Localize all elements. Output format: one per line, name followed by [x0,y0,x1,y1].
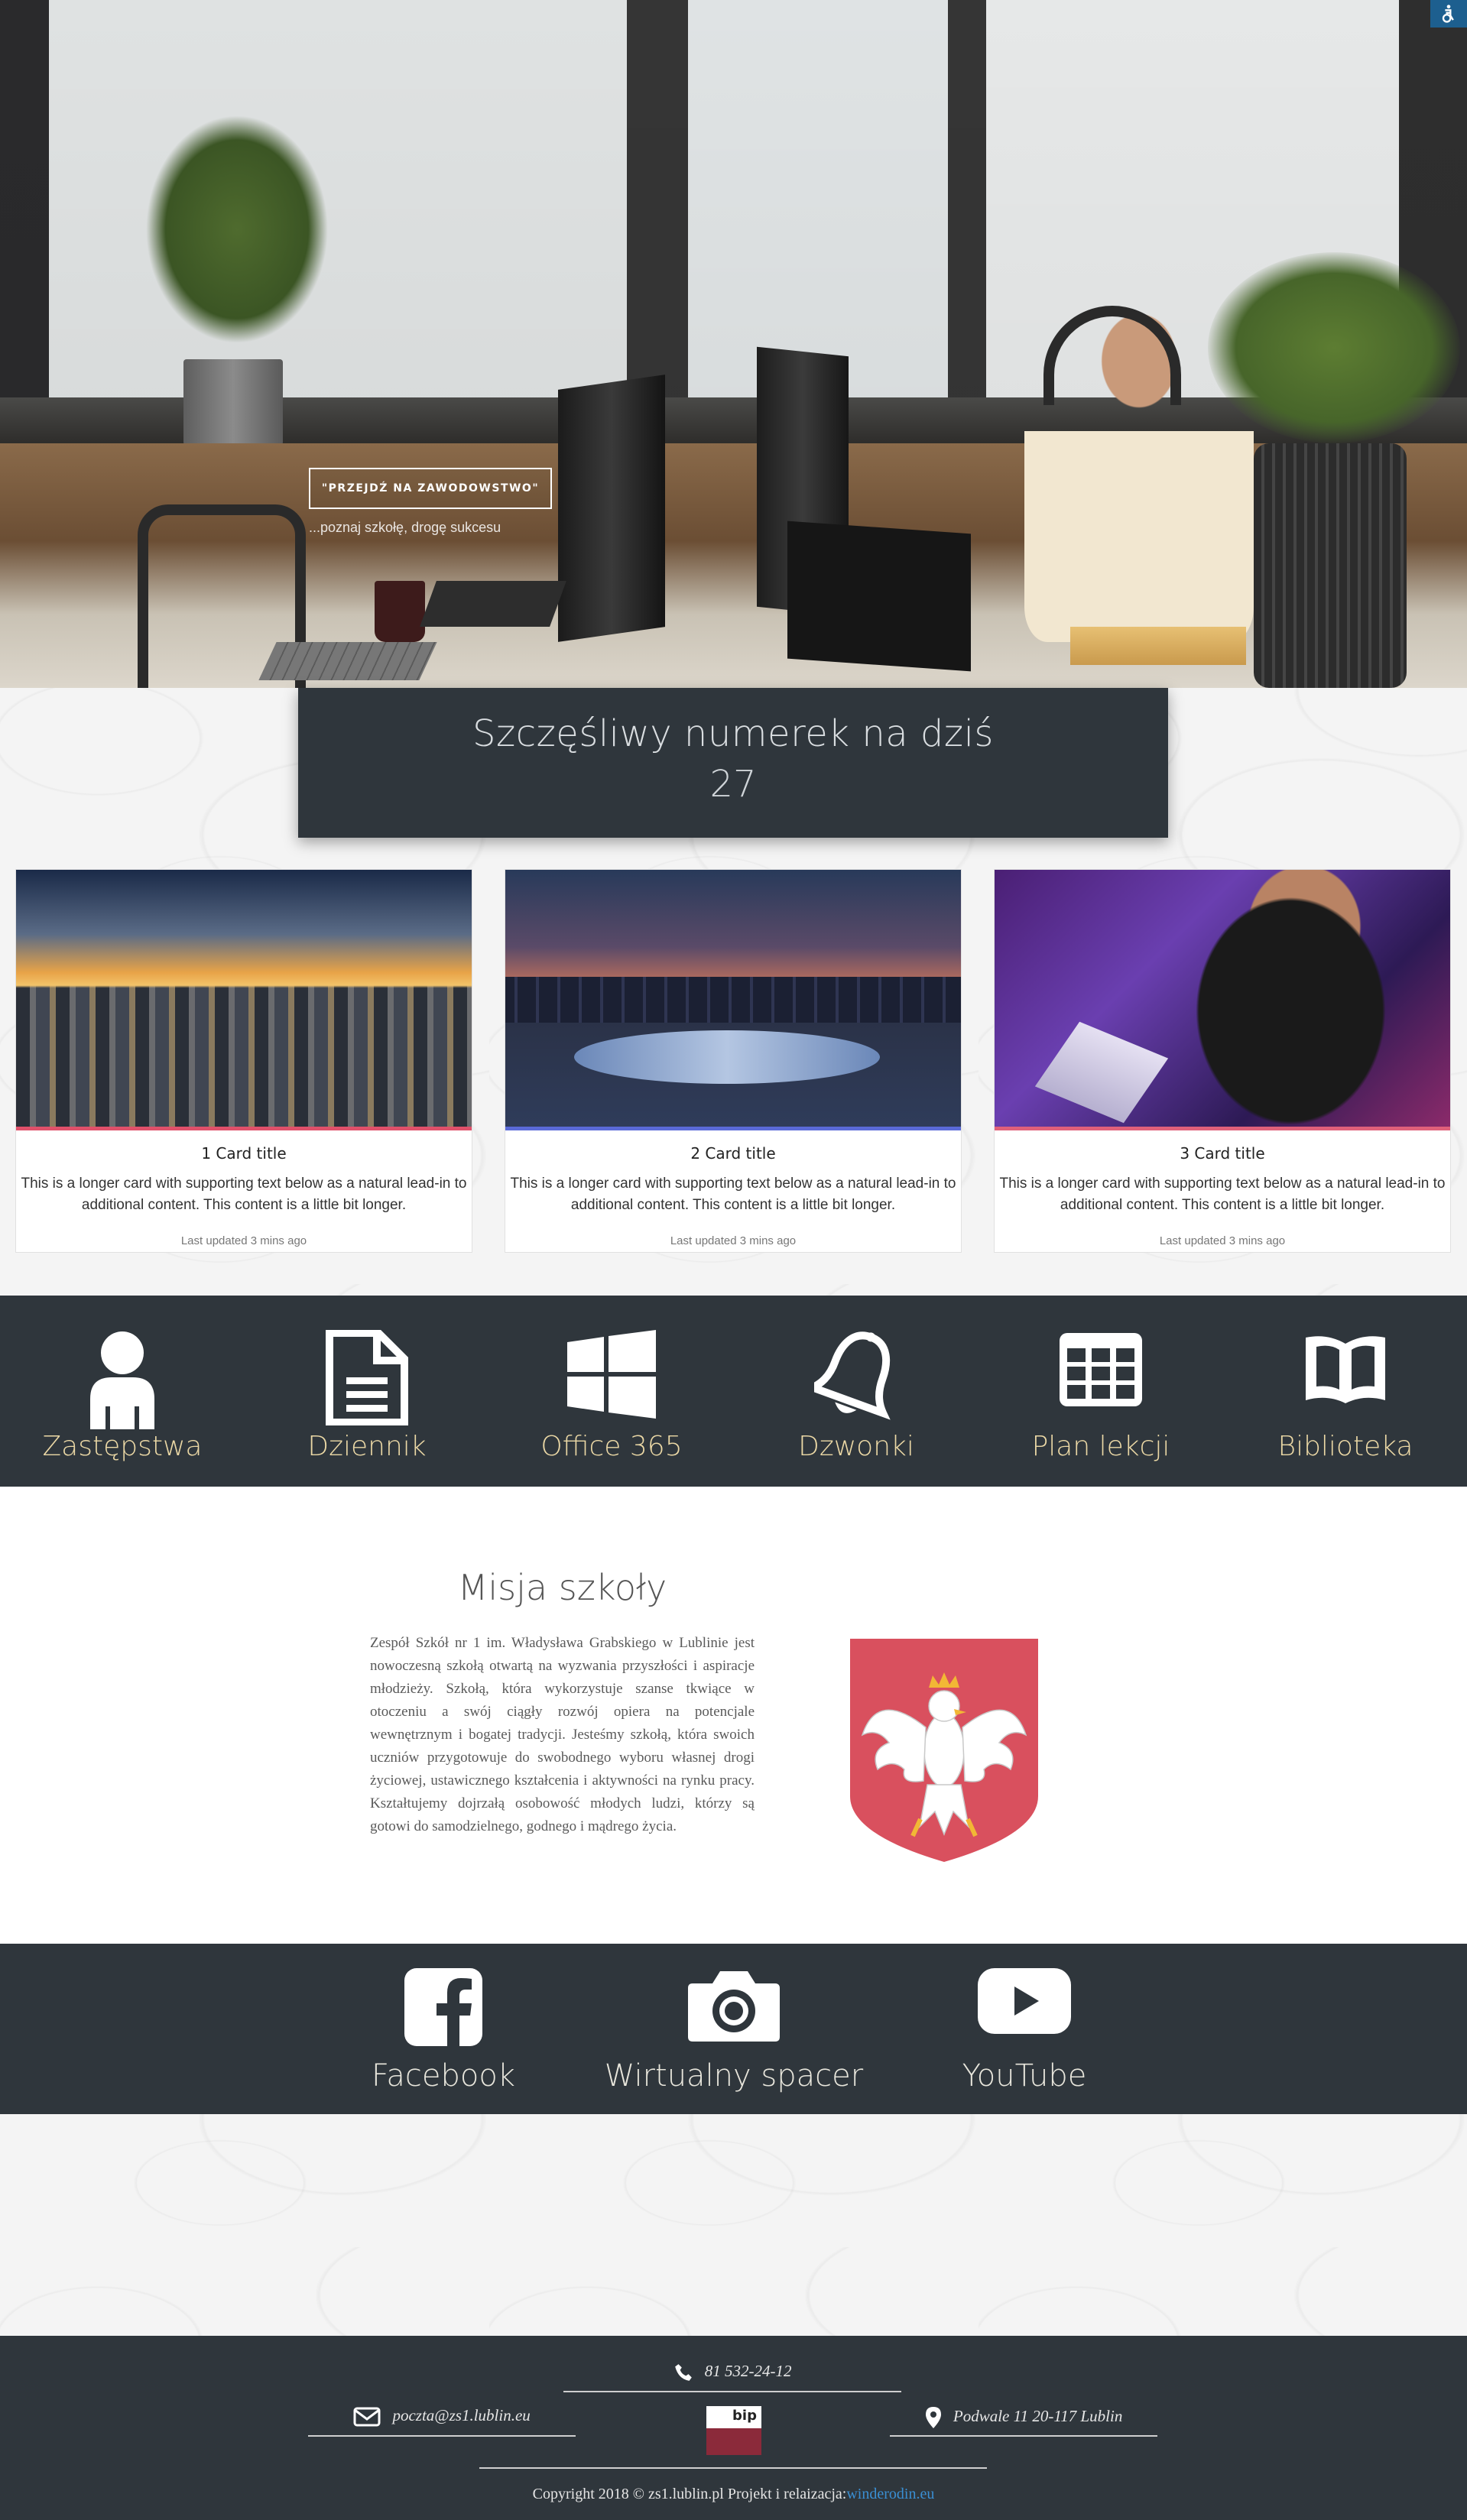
book-icon [1306,1336,1385,1403]
footer-phone[interactable]: 81 532-24-12 [563,2362,901,2392]
youtube-icon [978,1968,1071,2034]
map-pin-icon [925,2407,941,2428]
footer: 81 532-24-12 poczta@zs1.lublin.eu bip Po… [0,2336,1467,2520]
hero-pot [183,359,283,451]
accessibility-icon-glyph [1442,5,1454,23]
card-accent-bar [995,1127,1450,1130]
footer-email-text: poczta@zs1.lublin.eu [392,2406,531,2424]
card-footer: Last updated 3 mins ago [180,1234,307,1247]
lucky-number-value: 27 [709,763,757,806]
social-bar: Facebook Wirtualny spacer YouTube [0,1944,1467,2114]
card[interactable]: 3 Card title This is a longer card with … [994,869,1451,1253]
card-footer: Last updated 3 mins ago [1159,1234,1286,1247]
card-image-london [505,870,961,1127]
quick-link-plan-lekcji[interactable]: Plan lekcji [979,1296,1223,1487]
footer-address[interactable]: Podwale 11 20-117 Lublin [890,2406,1157,2437]
hero-books [1070,627,1246,665]
hero-monitor [558,375,665,642]
mission-text: Zespół Szkół nr 1 im. Władysława Grabski… [370,1635,755,1834]
card-accent-bar [505,1127,961,1130]
footer-phone-text: 81 532-24-12 [704,2362,792,2380]
social-label: Facebook [372,2058,515,2094]
decorative-spacer [0,2114,1467,2336]
social-link-facebook[interactable]: Facebook [329,1944,558,2114]
quick-link-label: Plan lekcji [1031,1431,1170,1462]
social-label: YouTube [962,2058,1087,2094]
table-icon [1060,1333,1142,1406]
quick-link-label: Office 365 [540,1431,683,1462]
card-text: This is a longer card with supporting te… [510,1176,956,1213]
hero-cup [375,581,425,642]
card-image-city [16,870,472,1127]
windows-icon [567,1330,656,1419]
quick-link-office365[interactable]: Office 365 [489,1296,734,1487]
quick-link-biblioteka[interactable]: Biblioteka [1223,1296,1467,1487]
card-footer: Last updated 3 mins ago [670,1234,797,1247]
lucky-number-title: Szczęśliwy numerek na dziś [472,712,994,755]
user-icon [90,1331,154,1429]
quick-link-label: Dzwonki [798,1431,914,1462]
quick-link-label: Biblioteka [1277,1431,1413,1462]
card[interactable]: 1 Card title This is a longer card with … [15,869,472,1253]
quick-link-zastepstwa[interactable]: Zastępstwa [0,1296,245,1487]
card-text: This is a longer card with supporting te… [999,1176,1446,1213]
hero-cta-button[interactable]: "PRZEJDŹ NA ZAWODOWSTWO" [309,468,552,509]
camera-icon [688,1971,780,2042]
quick-link-dziennik[interactable]: Dziennik [245,1296,489,1487]
polish-eagle-emblem-icon [850,1639,1038,1862]
card-text: This is a longer card with supporting te… [21,1176,467,1213]
hero-plant [145,115,329,344]
quick-link-dzwonki[interactable]: Dzwonki [734,1296,979,1487]
quick-links-bar: Zastępstwa Dziennik Office 365 Dzwonki P… [0,1296,1467,1487]
footer-email[interactable]: poczta@zs1.lublin.eu [308,2406,576,2437]
hero-banner: "PRZEJDŹ NA ZAWODOWSTWO" ...poznaj szkoł… [0,0,1467,688]
credit-link[interactable]: winderodin.eu [846,2486,934,2502]
card-image-skyline [505,977,961,1023]
envelope-icon [353,2407,381,2427]
hero-cta-subtitle: ...poznaj szkołę, drogę sukcesu [309,520,501,535]
facebook-icon [404,1968,482,2048]
bip-logo-text: bip [732,2408,757,2424]
hero-chair [1254,443,1407,688]
accessibility-icon[interactable] [1430,0,1467,28]
card[interactable]: 2 Card title This is a longer card with … [505,869,962,1253]
bip-logo[interactable]: bip [706,2406,761,2455]
social-label: Wirtualny spacer [604,2058,864,2094]
footer-address-text: Podwale 11 20-117 Lublin [953,2406,1123,2425]
cards-row: 1 Card title This is a longer card with … [15,869,1452,1253]
social-link-wirtualny-spacer[interactable]: Wirtualny spacer [596,1944,871,2114]
mission-title: Misja szkoły [457,1567,667,1608]
card-image-laptop [1034,1021,1169,1124]
hero-keyboard [258,642,437,680]
card-image-hackathon [995,870,1450,1127]
document-icon [326,1330,408,1425]
footer-copyright: Copyright 2018 © zs1.lublin.pl Projekt i… [0,2486,1467,2503]
card-image-river [574,1030,880,1084]
card-title: 2 Card title [690,1144,776,1163]
card-title: 1 Card title [201,1144,287,1163]
hero-laptop [420,581,566,627]
lucky-number-panel: Szczęśliwy numerek na dziś 27 [298,688,1168,838]
phone-icon [674,2364,692,2382]
social-link-youtube[interactable]: YouTube [910,1944,1139,2114]
card-accent-bar [16,1127,472,1130]
hero-monitor [787,521,971,672]
quick-link-label: Dziennik [307,1431,427,1462]
mission-section: Misja szkoły Zespół Szkół nr 1 im. Włady… [0,1487,1467,1944]
card-title: 3 Card title [1180,1144,1265,1163]
quick-link-label: Zastępstwa [42,1431,203,1462]
footer-divider [479,2467,987,2469]
copyright-text: Copyright 2018 © zs1.lublin.pl Projekt i… [532,2486,847,2502]
bell-icon [814,1331,891,1420]
